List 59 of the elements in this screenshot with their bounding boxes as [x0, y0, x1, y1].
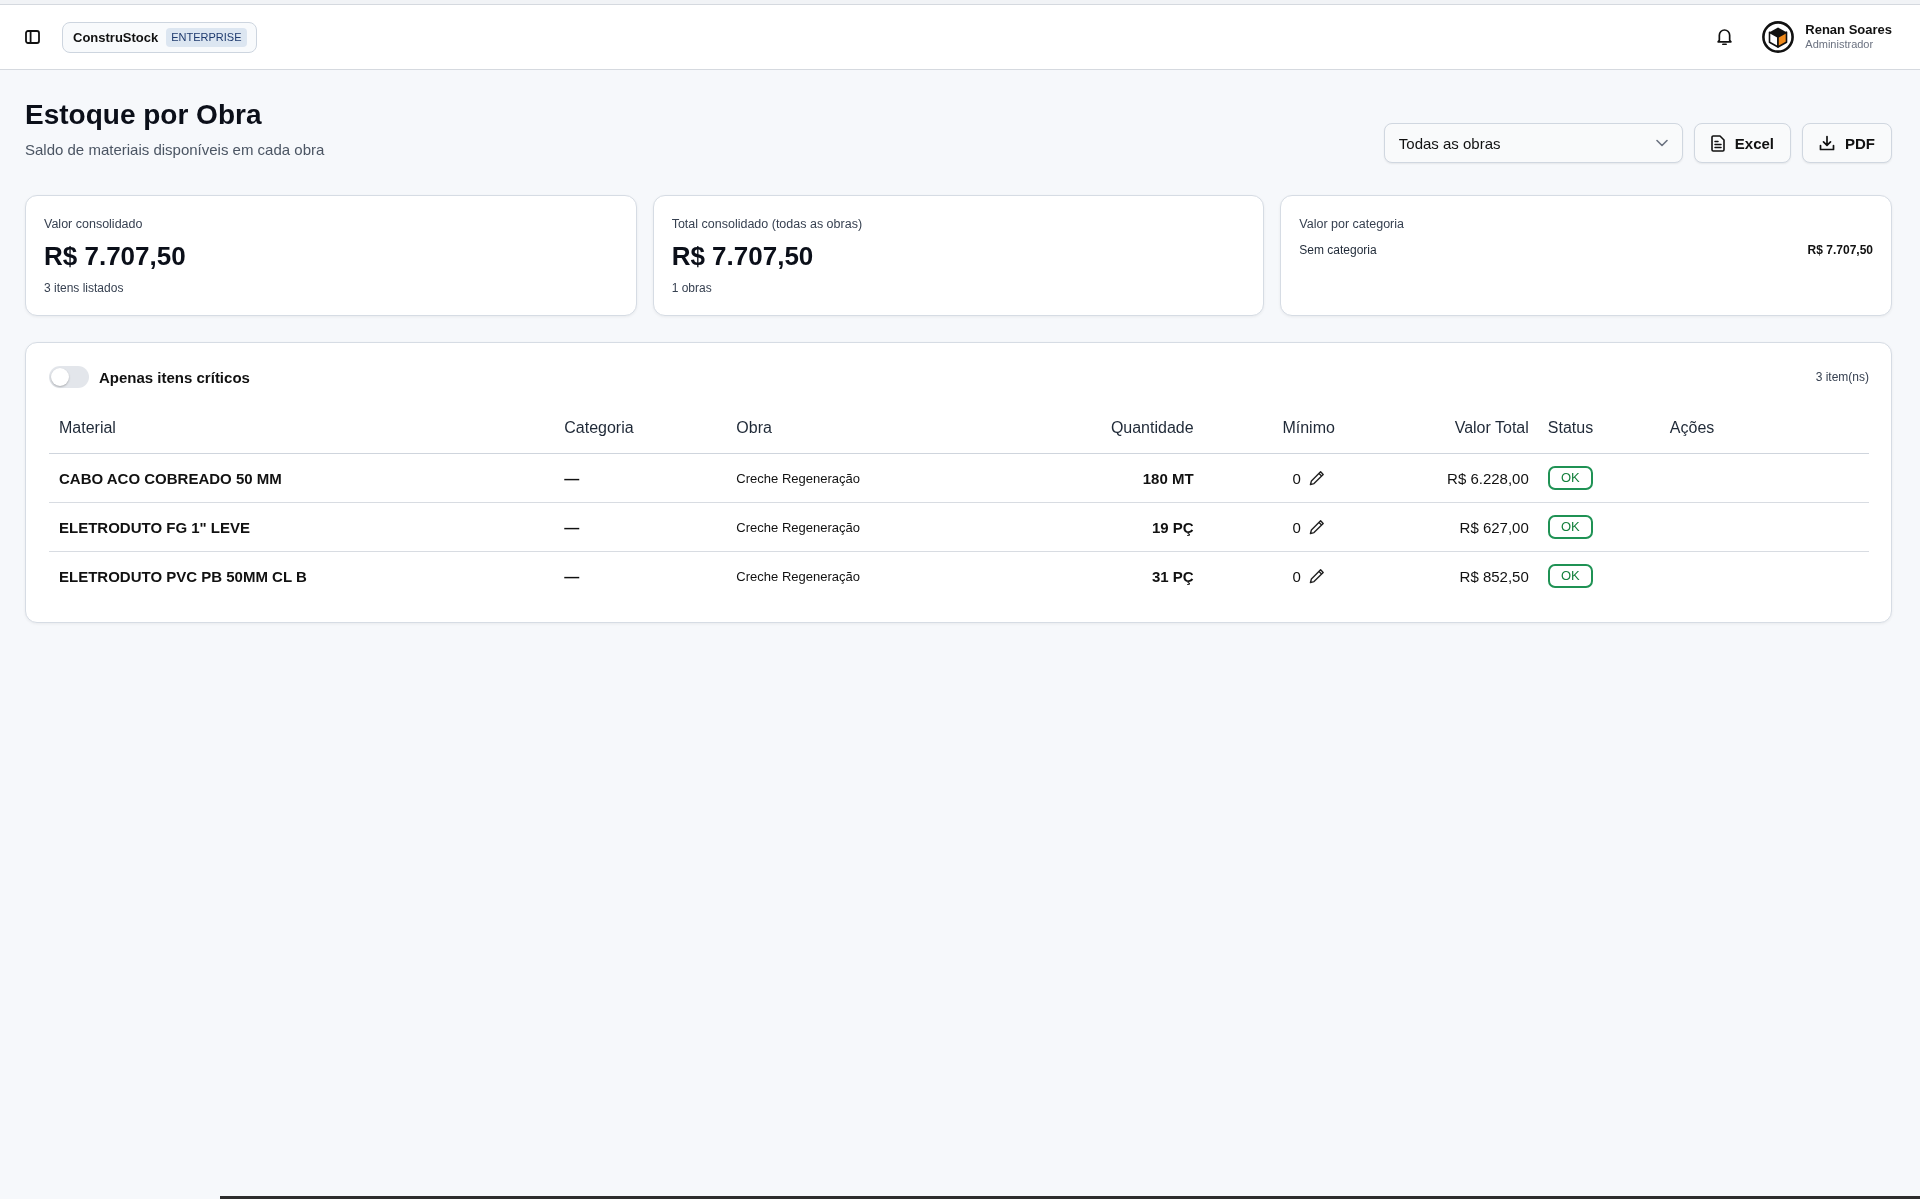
card-value: R$ 7.707,50: [44, 240, 187, 272]
table-cell: —: [554, 453, 727, 503]
table-cell: 31 PÇ: [1000, 551, 1204, 600]
table-cell: 180 MT: [1000, 453, 1204, 503]
category-name: Sem categoria: [1299, 242, 1377, 258]
export-button[interactable]: PDF: [1802, 123, 1892, 163]
chevron-down-icon: [1655, 139, 1668, 147]
status-badge: OK: [1547, 466, 1593, 490]
card-label: Valor por categoria: [1299, 216, 1405, 232]
column-header: Ações: [1659, 403, 1869, 454]
toggle-label: Apenas itens críticos: [99, 368, 250, 386]
column-header: Material: [49, 403, 555, 454]
bell-icon[interactable]: [1717, 28, 1733, 46]
status-badge: OK: [1547, 515, 1593, 539]
pencil-icon[interactable]: [1308, 519, 1325, 535]
brand-name: ConstruStock: [73, 29, 159, 45]
export-button[interactable]: Excel: [1693, 123, 1791, 163]
column-header: Valor Total: [1413, 403, 1539, 454]
user-name: Renan Soares: [1805, 23, 1892, 37]
pencil-icon[interactable]: [1308, 470, 1325, 486]
column-header: Obra: [726, 403, 1001, 454]
table-cell: —: [554, 502, 727, 552]
sidebar-toggle-icon[interactable]: [25, 30, 40, 44]
status-badge: OK: [1547, 564, 1593, 588]
table-cell: R$ 627,00: [1413, 502, 1539, 552]
table-cell: ELETRODUTO FG 1" LEVE: [49, 502, 555, 552]
user-role: Administrador: [1805, 37, 1875, 51]
table-cell: R$ 852,50: [1413, 551, 1539, 600]
card-value: R$ 7.707,50: [671, 240, 815, 272]
plan-badge: ENTERPRISE: [166, 27, 247, 47]
site-select[interactable]: Todas as obras: [1383, 123, 1683, 163]
item-count: 3 item(ns): [1815, 370, 1869, 384]
minimum-value: 0: [1292, 567, 1301, 585]
page-subtitle: Saldo de materiais disponíveis em cada obra: [25, 140, 325, 160]
toggle-switch[interactable]: [49, 366, 89, 388]
table-cell: Creche Regeneração: [726, 453, 1001, 503]
card-note: 3 itens listados: [44, 280, 125, 296]
document-icon: [1710, 134, 1725, 152]
column-header: Mínimo: [1203, 403, 1414, 454]
column-header: Quantidade: [1000, 403, 1204, 454]
cube-avatar-icon[interactable]: [1762, 21, 1795, 53]
pencil-icon[interactable]: [1308, 568, 1325, 584]
column-header: Status: [1538, 403, 1660, 454]
download-icon: [1819, 135, 1835, 151]
table-cell: CABO ACO COBREADO 50 MM: [49, 453, 555, 503]
minimum-value: 0: [1292, 518, 1301, 536]
category-value: R$ 7.707,50: [1807, 242, 1873, 258]
card-label: Total consolidado (todas as obras): [671, 216, 864, 232]
table-cell: Creche Regeneração: [726, 502, 1001, 552]
card-note: 1 obras: [671, 280, 713, 296]
table-cell: ELETRODUTO PVC PB 50MM CL B: [49, 551, 555, 600]
table-cell: R$ 6.228,00: [1413, 453, 1539, 503]
table-cell: Creche Regeneração: [726, 551, 1001, 600]
page-title: Estoque por Obra: [25, 98, 263, 132]
table-cell: —: [554, 551, 727, 600]
minimum-value: 0: [1292, 469, 1301, 487]
table-cell: 19 PÇ: [1000, 502, 1204, 552]
card-label: Valor consolidado: [44, 216, 144, 232]
column-header: Categoria: [554, 403, 727, 454]
